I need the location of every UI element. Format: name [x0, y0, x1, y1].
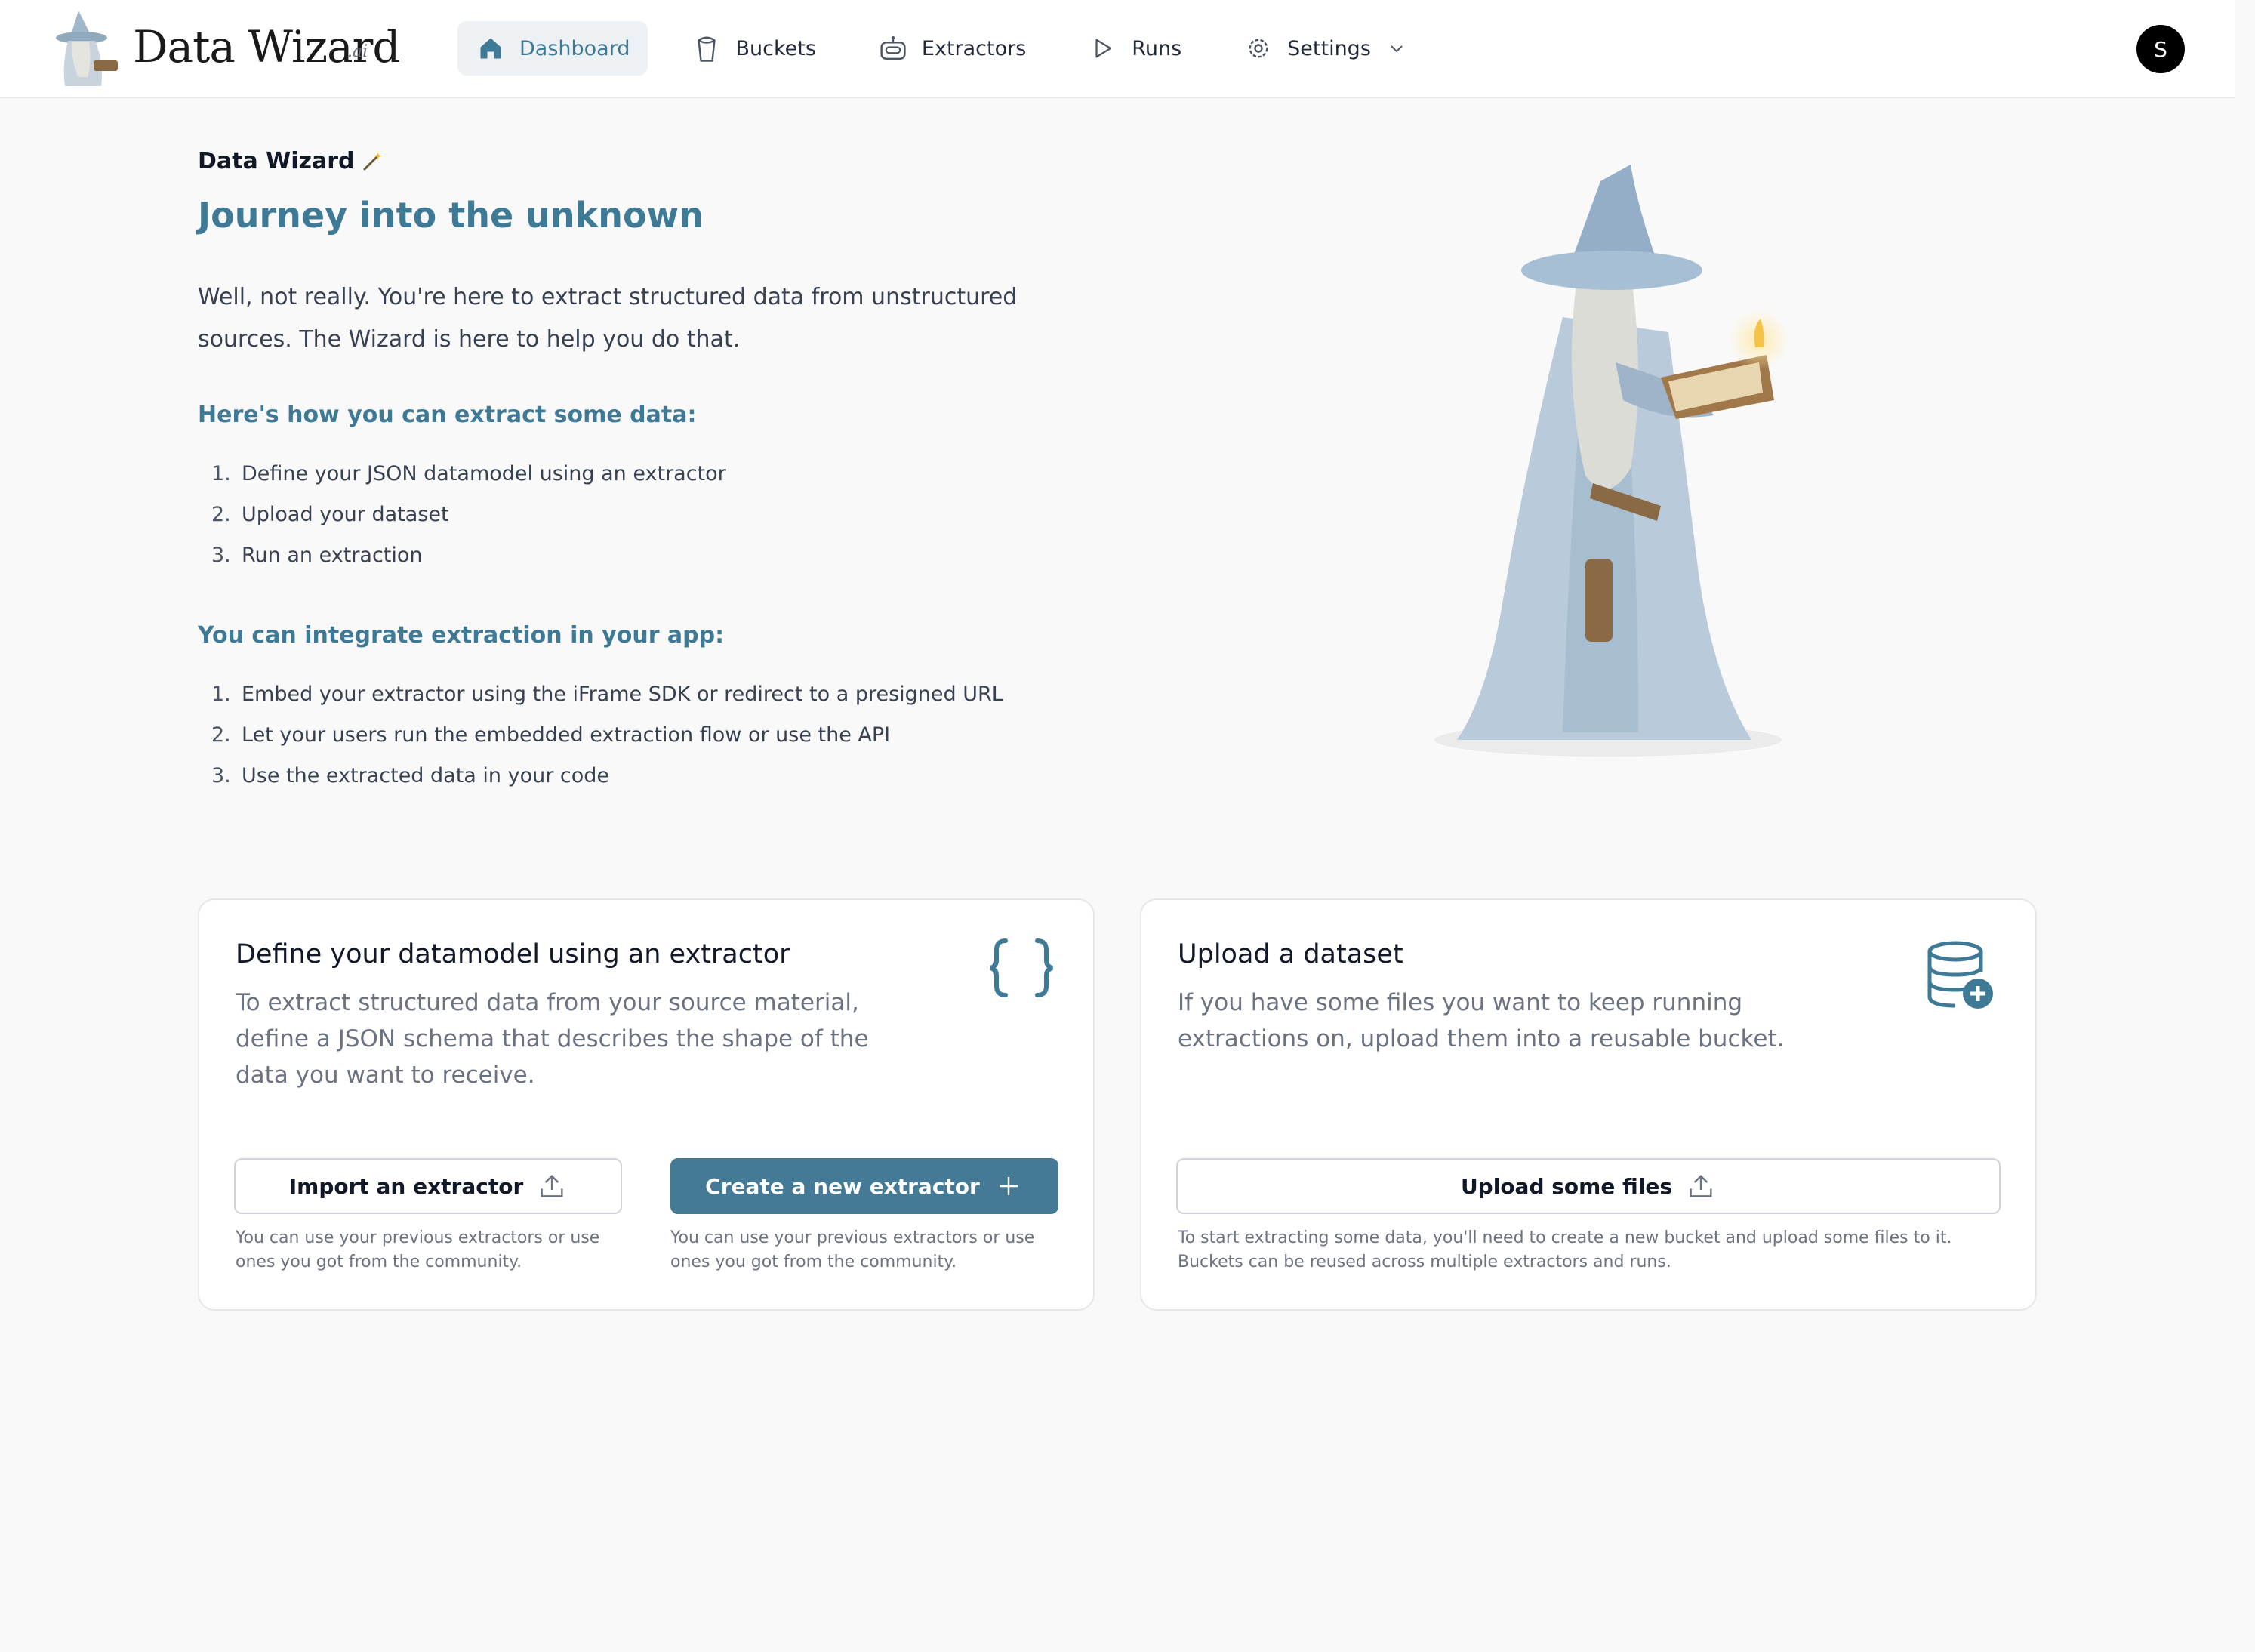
card-title: Upload a dataset	[1178, 939, 1403, 969]
brand-suffix: .ai	[347, 42, 368, 61]
card-title: Define your datamodel using an extractor	[236, 939, 790, 969]
nav-item-label: Runs	[1132, 36, 1182, 60]
list-item: 2. Upload your dataset	[211, 502, 449, 526]
button-label: Create a new extractor	[705, 1173, 980, 1199]
import-hint: You can use your previous extractors or …	[236, 1228, 600, 1271]
nav-item-label: Dashboard	[519, 36, 630, 60]
list-item: 3. Run an extraction	[211, 543, 423, 567]
magic-wand-icon	[361, 150, 384, 173]
nav-item-extractors[interactable]: Extractors	[860, 21, 1044, 76]
play-icon	[1088, 33, 1118, 63]
list-item: 1. Define your JSON datamodel using an ex…	[211, 461, 726, 485]
dataset-card: Upload a dataset If you have some files …	[1140, 898, 2037, 1311]
eyebrow-text: Data Wizard	[198, 148, 355, 174]
upload-hint: To start extracting some data, you'll ne…	[1178, 1228, 1952, 1271]
button-label: Upload some files	[1460, 1173, 1673, 1199]
database-add-icon	[1927, 939, 1996, 1015]
extractor-card: Define your datamodel using an extractor…	[198, 898, 1095, 1311]
page-eyebrow: Data Wizard	[198, 148, 384, 174]
top-navigation-bar: Data Wizard .ai Dashboard Buckets Extrac…	[0, 0, 2235, 98]
button-label: Import an extractor	[288, 1173, 524, 1199]
create-hint: You can use your previous extractors or …	[670, 1228, 1035, 1271]
plus-icon	[993, 1171, 1024, 1201]
how-to-steps: 1. Define your JSON datamodel using an ex…	[211, 453, 726, 575]
list-item: 3. Use the extracted data in your code	[211, 763, 610, 787]
card-description: If you have some files you want to keep …	[1178, 989, 1785, 1053]
list-item: 2. Let your users run the embedded extrac…	[211, 723, 891, 747]
nav-item-dashboard[interactable]: Dashboard	[457, 21, 648, 76]
robot-icon	[878, 33, 908, 63]
wizard-illustration	[1412, 151, 1865, 770]
bucket-icon	[692, 33, 722, 63]
how-to-heading: Here's how you can extract some data:	[198, 402, 697, 428]
nav-item-label: Extractors	[921, 36, 1027, 60]
brand-logo[interactable]: Data Wizard .ai	[48, 5, 401, 89]
upload-icon	[537, 1171, 567, 1201]
user-avatar[interactable]: S	[2136, 25, 2185, 73]
list-item: 1. Embed your extractor using the iFrame …	[211, 682, 1003, 706]
chevron-down-icon	[1388, 38, 1409, 59]
gear-icon	[1243, 33, 1274, 63]
page-title: Journey into the unknown	[198, 195, 704, 236]
integrate-steps: 1. Embed your extractor using the iFrame …	[211, 673, 1003, 796]
import-extractor-button[interactable]: Import an extractor	[234, 1158, 622, 1214]
wizard-logo-icon	[56, 11, 118, 86]
upload-icon	[1686, 1171, 1716, 1201]
nav-item-label: Buckets	[735, 36, 816, 60]
main-nav: Dashboard Buckets Extractors Runs Settin…	[457, 21, 1453, 76]
create-extractor-button[interactable]: Create a new extractor	[670, 1158, 1058, 1214]
nav-item-label: Settings	[1287, 36, 1371, 60]
nav-item-runs[interactable]: Runs	[1070, 21, 1200, 76]
upload-files-button[interactable]: Upload some files	[1176, 1158, 2001, 1214]
intro-paragraph: Well, not really. You're here to extract…	[198, 284, 1018, 353]
home-icon	[476, 33, 506, 63]
nav-item-settings[interactable]: Settings	[1225, 21, 1427, 76]
curly-braces-icon	[987, 938, 1055, 1001]
integrate-heading: You can integrate extraction in your app…	[198, 622, 725, 649]
nav-item-buckets[interactable]: Buckets	[673, 21, 833, 76]
card-description: To extract structured data from your sou…	[236, 989, 869, 1089]
